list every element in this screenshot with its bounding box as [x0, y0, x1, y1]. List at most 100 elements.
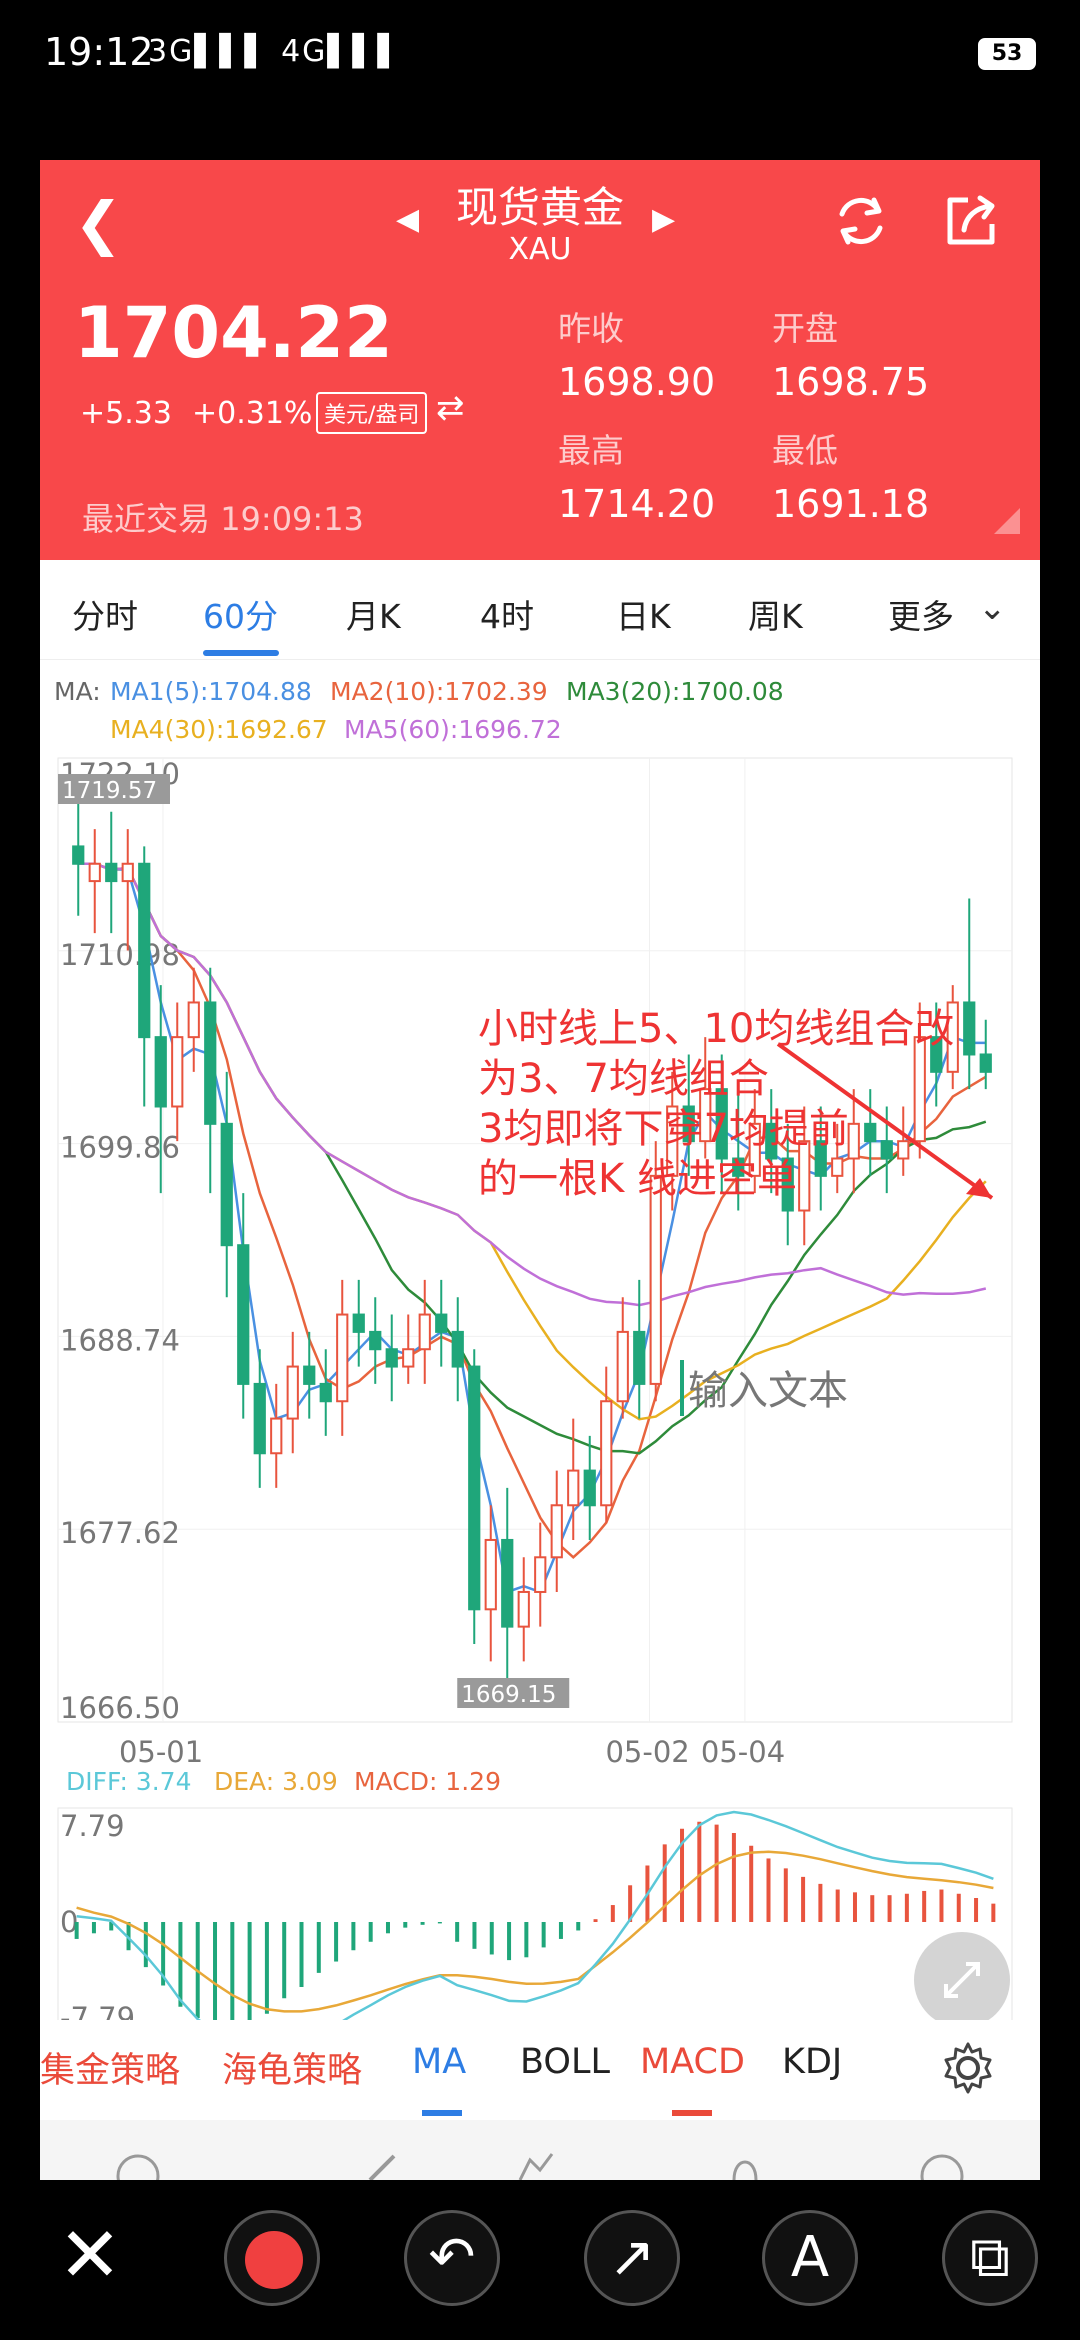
ma1-legend: MA1(5):1704.88 — [110, 677, 312, 706]
price-change-percent: +0.31% — [192, 396, 313, 431]
tab-monthly-k[interactable]: 月K — [346, 590, 401, 638]
candle-body — [534, 1556, 547, 1593]
ma-lines — [78, 862, 987, 1594]
prev-close-label: 昨收 — [558, 309, 624, 348]
indicator-turtle-strategy[interactable]: 海龟策略 — [222, 2042, 362, 2093]
status-time: 19:12 — [44, 30, 154, 74]
fullscreen-button[interactable] — [914, 1932, 1010, 2020]
macd-y-tick-label: -7.79 — [60, 2001, 135, 2020]
indicator-macd[interactable]: MACD — [640, 2042, 745, 2082]
annotation-tools: ✕ ↶ ↗ A ⧉ — [0, 2180, 1080, 2340]
tab-time-share[interactable]: 分时 — [72, 590, 138, 638]
candle-body — [418, 1313, 431, 1351]
candle-body — [583, 1469, 596, 1507]
candle-body — [303, 1365, 316, 1385]
ma-active-underline — [422, 2110, 462, 2116]
indicator-ma[interactable]: MA — [412, 2042, 466, 2082]
bell-icon[interactable] — [732, 2160, 758, 2180]
x-tick-label: 05-04 — [701, 1735, 785, 1769]
ma2-legend: MA2(10):1702.39 — [330, 677, 548, 706]
candle-body — [204, 1001, 217, 1125]
candle-body — [517, 1590, 530, 1628]
macd-legend: DIFF: 3.74 DEA: 3.09 MACD: 1.29 — [66, 1767, 501, 1796]
candle-body — [286, 1365, 299, 1420]
candle-body — [187, 1001, 200, 1039]
text-input-placeholder: 输入文本 — [688, 1368, 848, 1414]
tab-60min[interactable]: 60分 — [203, 590, 278, 638]
pencil-icon[interactable] — [368, 2154, 396, 2180]
ma5-legend: MA5(60):1696.72 — [344, 715, 562, 744]
sync-icon[interactable] — [116, 2154, 160, 2180]
indicator-bar: 集金策略 海龟策略 MA BOLL MACD KDJ — [40, 2020, 1040, 2120]
open-label: 开盘 — [772, 309, 838, 348]
min-price-tag: 1669.15 — [461, 1682, 556, 1708]
ma-legend: MA: MA1(5):1704.88 MA2(10):1702.39 MA3(2… — [54, 677, 784, 744]
tab-weekly-k[interactable]: 周K — [748, 590, 803, 638]
candle-body — [352, 1313, 365, 1333]
recent-trade: 最近交易 19:09:13 — [82, 494, 364, 540]
candle-body — [451, 1330, 464, 1368]
candle-body — [550, 1504, 563, 1559]
macd-value-legend: MACD: 1.29 — [354, 1767, 501, 1796]
tab-4h[interactable]: 4时 — [480, 590, 534, 638]
unit-toggle[interactable]: 美元/盎司 — [316, 392, 428, 434]
candle-body — [897, 1140, 910, 1160]
annotation-line-3: 3均即将下穿7均提前 — [478, 1106, 849, 1152]
drawing-toolbar-strip — [40, 2120, 1040, 2180]
active-tab-indicator — [203, 650, 279, 656]
candle-body — [616, 1330, 629, 1403]
period-tabs: 分时 60分 月K 4时 日K 周K 更多 ⌄ — [40, 560, 1040, 660]
record-color-button[interactable] — [224, 2210, 320, 2306]
kline-chart-area[interactable]: MA: MA1(5):1704.88 MA2(10):1702.39 MA3(2… — [40, 660, 1040, 2020]
recent-trade-label: 最近交易 — [82, 500, 211, 538]
text-input-cursor[interactable]: 输入文本 — [680, 1360, 848, 1416]
gear-icon[interactable] — [940, 2040, 996, 2096]
ma2-line — [78, 862, 987, 1559]
candle-body — [402, 1348, 415, 1368]
x-tick-label: 05-01 — [119, 1735, 203, 1769]
chevron-down-icon[interactable]: ⌄ — [978, 588, 1007, 628]
ma4-legend: MA4(30):1692.67 — [110, 715, 328, 744]
y-tick-label: 1677.62 — [60, 1516, 180, 1550]
tab-more[interactable]: 更多 — [888, 590, 954, 638]
corner-triangle-icon — [994, 508, 1020, 534]
indicator-boll[interactable]: BOLL — [520, 2042, 610, 2082]
share-annotation-icon[interactable]: ⧉ — [942, 2210, 1038, 2306]
swap-icon[interactable]: ⇄ — [436, 388, 465, 428]
low-label: 最低 — [772, 431, 838, 470]
candle-body — [138, 862, 151, 1039]
trend-icon[interactable] — [518, 2153, 554, 2180]
candle-body — [121, 862, 134, 883]
dea-legend: DEA: 3.09 — [214, 1767, 338, 1796]
candle-body — [864, 1122, 877, 1143]
app-window: ❮ ◀ 现货黄金 ▶ XAU 1704.22 +5.33 +0.31% 美元/盎… — [40, 160, 1040, 2180]
y-tick-label: 1699.86 — [60, 1131, 180, 1165]
text-tool-icon[interactable]: A — [762, 2210, 858, 2306]
candle-body — [435, 1313, 448, 1333]
indicator-jijin-strategy[interactable]: 集金策略 — [40, 2042, 180, 2093]
refresh-icon[interactable] — [830, 190, 892, 252]
arrow-tool-icon[interactable]: ↗ — [584, 2210, 680, 2306]
candle-body — [600, 1400, 613, 1507]
undo-icon[interactable]: ↶ — [404, 2210, 500, 2306]
candle-body — [88, 862, 101, 883]
tab-daily-k[interactable]: 日K — [616, 590, 671, 638]
candle-body — [468, 1365, 481, 1611]
recent-trade-time: 19:09:13 — [220, 500, 364, 538]
low-value: 1691.18 — [772, 482, 930, 526]
kline-x-axis: 05-01 05-02 05-04 — [119, 1735, 785, 1769]
indicator-kdj[interactable]: KDJ — [782, 2042, 842, 2082]
ma1-line — [78, 862, 986, 1594]
close-icon[interactable]: ✕ — [42, 2210, 138, 2306]
candle-body — [963, 1001, 976, 1056]
ma3-legend: MA3(20):1700.08 — [566, 677, 784, 706]
annotation-line-4: 的一根K 线进空单 — [478, 1156, 797, 1202]
network-signal-icon: 3G▌▌▌ 4G▌▌▌ — [148, 34, 403, 69]
macd-frame — [57, 1807, 1013, 2020]
candle-body — [880, 1140, 893, 1160]
minus-circle-icon[interactable] — [920, 2154, 964, 2180]
share-icon[interactable] — [940, 190, 1002, 252]
candles-group — [72, 794, 992, 1679]
status-bar: 19:12 3G▌▌▌ 4G▌▌▌ 53 — [0, 0, 1080, 110]
current-price: 1704.22 — [74, 292, 393, 374]
